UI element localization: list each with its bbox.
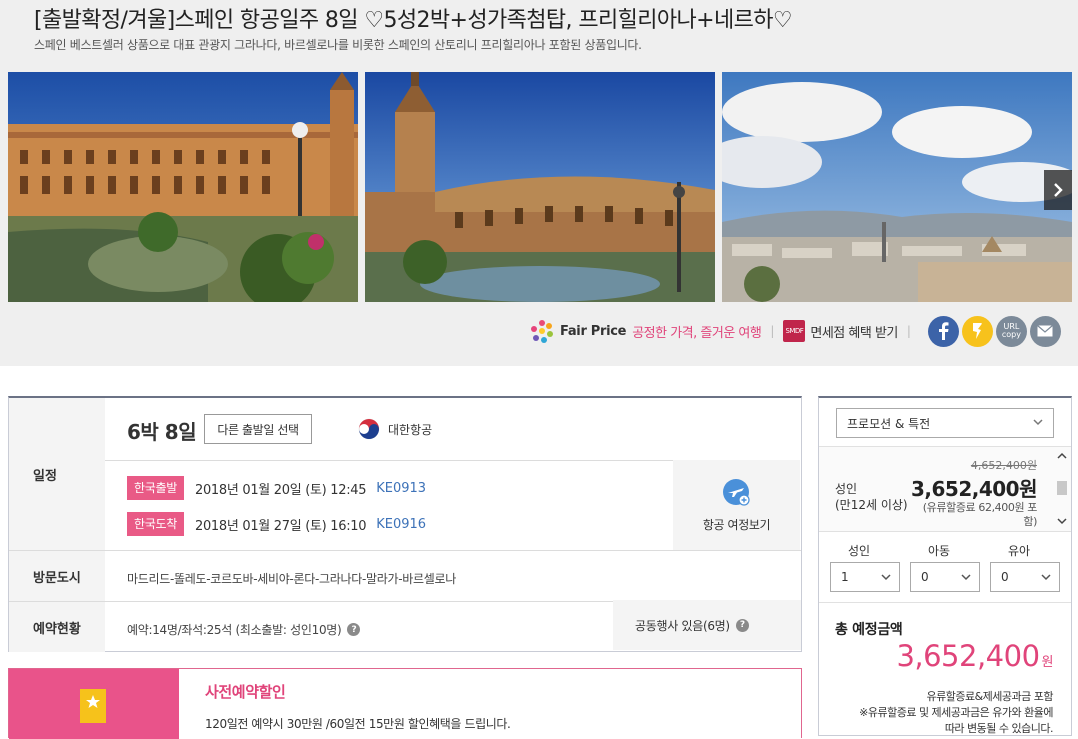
promo-badge-area	[9, 669, 179, 739]
url-copy-label-2: copy	[1001, 330, 1021, 339]
passenger-headers: 성인 아동 유아	[819, 542, 1071, 559]
flight-itinerary-label: 항공 여정보기	[702, 517, 771, 532]
adult-price-label: 성인 (만12세 이상)	[835, 481, 908, 513]
facebook-share-button[interactable]	[927, 315, 959, 347]
gallery-photo-1[interactable]	[8, 72, 358, 302]
fair-price-slogan: 공정한 가격, 즐거운 여행	[632, 325, 762, 341]
chevron-right-icon	[1054, 183, 1063, 197]
total-note-line-3: 따라 변동될 수 있습니다.	[944, 722, 1054, 735]
chevron-down-icon	[881, 574, 891, 581]
gallery-photo-2[interactable]	[365, 72, 715, 302]
bookmark-star-icon	[80, 689, 106, 723]
departure-datetime: 2018년 01월 20일 (토) 12:45	[194, 482, 367, 498]
help-icon[interactable]: ?	[735, 618, 749, 632]
url-copy-button[interactable]: URL copy	[995, 315, 1027, 347]
joint-tour-info: 공동행사 있음(6명) ?	[613, 600, 801, 650]
divider	[105, 460, 673, 461]
arrival-row: 한국도착 2018년 01월 27일 (토) 16:10 KE0916	[127, 512, 426, 536]
infant-count-value: 0	[1001, 570, 1009, 584]
departure-flight-link[interactable]: KE0913	[376, 481, 426, 496]
korean-air-logo-icon	[358, 418, 380, 440]
page-title: [출발확정/겨울]스페인 항공일주 8일 ♡5성2박+성가족첨탑, 프리힐리아나…	[34, 8, 793, 33]
chevron-down-icon	[1041, 574, 1051, 581]
divider: |	[906, 324, 911, 338]
reservation-label: 예약현황	[9, 602, 105, 652]
divider: |	[770, 324, 775, 338]
gallery-next-button[interactable]	[1044, 170, 1072, 210]
total-label: 총 예정금액	[835, 622, 903, 638]
kakaostory-icon	[973, 323, 983, 339]
price-scrollbar[interactable]	[1055, 451, 1069, 529]
fair-price-logo: Fair Price	[528, 317, 627, 345]
total-price-area: 총 예정금액 3,652,400 원 유류할증료&제세공과금 포함 ※유류할증료 …	[819, 602, 1071, 735]
fair-price-icon	[531, 320, 553, 343]
duty-free-label: 면세점 혜택 받기	[810, 325, 898, 341]
arrival-flight-link[interactable]: KE0916	[376, 517, 426, 532]
child-count-select[interactable]: 0	[910, 562, 980, 592]
adult-count-value: 1	[841, 570, 849, 584]
chevron-down-icon	[1033, 419, 1043, 426]
arrival-datetime: 2018년 01월 27일 (토) 16:10	[194, 518, 367, 534]
total-note-line-1: 유류할증료&제세공과금 포함	[926, 690, 1053, 703]
duty-free-link[interactable]: SMDF 면세점 혜택 받기	[783, 320, 898, 342]
divider	[9, 550, 801, 551]
cities-label: 방문도시	[9, 551, 105, 601]
reservation-status: 예약:14명/좌석:25석 (최소출발: 성인10명) ?	[127, 621, 361, 638]
adult-price-area: 성인 (만12세 이상) 4,652,400원 3,652,400원 (유류할증…	[819, 446, 1071, 532]
mail-icon	[1037, 325, 1054, 337]
duty-free-icon: SMDF	[783, 320, 806, 342]
sale-price: 3,652,400원	[910, 477, 1038, 501]
child-count-label: 아동	[927, 544, 951, 558]
total-price: 3,652,400 원	[896, 639, 1053, 673]
adult-count-select[interactable]: 1	[830, 562, 900, 592]
adult-age-note: (만12세 이상)	[835, 498, 908, 512]
gallery-photo-3[interactable]	[722, 72, 1072, 302]
change-departure-button[interactable]: 다른 출발일 선택	[204, 414, 312, 444]
kakaostory-share-button[interactable]	[961, 315, 993, 347]
help-icon[interactable]: ?	[347, 623, 361, 636]
promotion-select[interactable]: 프로모션 & 특전	[836, 408, 1054, 438]
infant-count-select[interactable]: 0	[990, 562, 1060, 592]
fuel-surcharge-note: (유류할증료 62,400원 포함)	[922, 501, 1038, 528]
infant-count-label: 유아	[1007, 544, 1031, 558]
departure-row: 한국출발 2018년 01월 20일 (토) 12:45 KE0913	[127, 476, 426, 500]
airplane-icon	[722, 478, 750, 506]
page-subtitle: 스페인 베스트셀러 상품으로 대표 관광지 그라나다, 바르셀로나를 비롯한 스…	[34, 38, 642, 52]
airline-info: 대한항공	[358, 418, 432, 440]
original-price: 4,652,400원	[970, 459, 1037, 472]
facebook-icon	[939, 322, 949, 340]
product-header: [출발확정/겨울]스페인 항공일주 8일 ♡5성2박+성가족첨탑, 프리힐리아나…	[0, 0, 1078, 366]
price-sidebar: 프로모션 & 특전 성인 (만12세 이상) 4,652,400원 3,652,…	[818, 396, 1072, 736]
adult-label: 성인	[835, 482, 858, 496]
total-price-value: 3,652,400	[896, 639, 1040, 673]
chevron-down-icon	[961, 574, 971, 581]
share-bar: Fair Price 공정한 가격, 즐거운 여행 | SMDF 면세점 혜택 …	[528, 314, 1061, 348]
reservation-value: 예약:14명/좌석:25석 (최소출발: 성인10명)	[127, 623, 342, 637]
visit-cities: 마드리드-똘레도-코르도바-세비야-론다-그라나다-말라가-바르셀로나	[127, 572, 456, 586]
airline-name: 대한항공	[388, 422, 433, 437]
flight-itinerary-button[interactable]: 항공 여정보기	[673, 460, 800, 550]
joint-tour-label: 공동행사 있음(6명)	[635, 618, 730, 633]
departure-tag: 한국출발	[127, 476, 184, 500]
child-count-value: 0	[921, 570, 929, 584]
promo-title: 사전예약할인	[205, 683, 286, 701]
adult-count-label: 성인	[847, 544, 871, 558]
email-share-button[interactable]	[1029, 315, 1061, 347]
total-price-unit: 원	[1041, 655, 1054, 670]
total-price-note: 유류할증료&제세공과금 포함 ※유류할증료 및 제세공과금은 유가와 환율에 따…	[859, 689, 1054, 735]
itinerary-label: 일정	[9, 398, 105, 550]
promo-desc: 120일전 예약시 30만원 /60일전 15만원 할인혜택을 드립니다.	[205, 717, 511, 731]
trip-duration: 6박 8일	[127, 420, 197, 444]
total-note-line-2: ※유류할증료 및 제세공과금은 유가와 환율에	[859, 706, 1053, 719]
fair-price-text: Fair Price	[560, 323, 627, 339]
promotion-select-value: 프로모션 & 특전	[847, 416, 931, 431]
product-info-table: 일정 6박 8일 다른 출발일 선택 대한항공 한국출발 2018년 01월 2…	[8, 396, 802, 652]
arrival-tag: 한국도착	[127, 512, 184, 536]
